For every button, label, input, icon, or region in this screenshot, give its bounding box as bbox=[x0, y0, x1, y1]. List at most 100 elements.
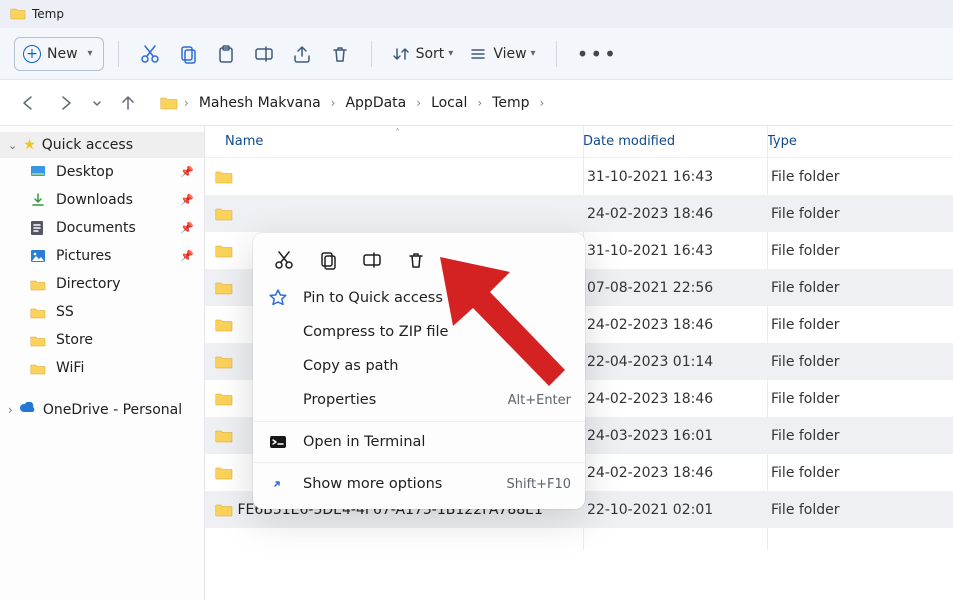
quick-access-label: Quick access bbox=[42, 137, 133, 153]
ctx-label: Compress to ZIP file bbox=[303, 324, 448, 340]
ctx-label: Copy as path bbox=[303, 358, 398, 374]
up-button[interactable] bbox=[114, 89, 142, 117]
share-button[interactable] bbox=[285, 37, 319, 71]
ctx-rename-button[interactable] bbox=[361, 249, 383, 271]
ctx-label: Open in Terminal bbox=[303, 434, 425, 450]
sort-label: Sort bbox=[416, 46, 445, 62]
sidebar-item-store[interactable]: Store bbox=[0, 326, 204, 354]
zip-icon bbox=[267, 323, 289, 341]
properties-icon bbox=[267, 391, 289, 409]
chevron-down-icon: ▾ bbox=[88, 48, 93, 59]
file-date: 24-02-2023 18:46 bbox=[587, 465, 771, 481]
file-date: 31-10-2021 16:43 bbox=[587, 169, 771, 185]
more-options-icon bbox=[267, 475, 289, 493]
sidebar-item-wifi[interactable]: WiFi bbox=[0, 354, 204, 382]
new-button[interactable]: + New ▾ bbox=[14, 37, 104, 71]
file-type: File folder bbox=[771, 169, 931, 185]
delete-button[interactable] bbox=[323, 37, 357, 71]
file-date: 31-10-2021 16:43 bbox=[587, 243, 771, 259]
sidebar: ⌄ ★ Quick access Desktop 📌 Downloads 📌 D… bbox=[0, 126, 205, 600]
recent-dropdown[interactable] bbox=[90, 89, 104, 117]
file-type: File folder bbox=[771, 428, 931, 444]
cloud-icon bbox=[19, 402, 37, 418]
chevron-right-icon: › bbox=[8, 403, 13, 417]
desktop-icon bbox=[30, 165, 48, 179]
view-button[interactable]: View ▾ bbox=[463, 37, 541, 71]
breadcrumb-seg[interactable]: AppData bbox=[341, 93, 410, 113]
pin-icon: 📌 bbox=[180, 166, 194, 179]
paste-button[interactable] bbox=[209, 37, 243, 71]
sidebar-item-label: WiFi bbox=[56, 360, 84, 376]
file-type: File folder bbox=[771, 206, 931, 222]
shortcut-label: Alt+Enter bbox=[508, 393, 571, 408]
folder-icon bbox=[30, 306, 48, 319]
navbar: › Mahesh Makvana › AppData › Local › Tem… bbox=[0, 80, 953, 126]
sidebar-item-desktop[interactable]: Desktop 📌 bbox=[0, 158, 204, 186]
file-date: 22-04-2023 01:14 bbox=[587, 354, 771, 370]
folder-icon bbox=[30, 278, 48, 291]
ctx-terminal[interactable]: Open in Terminal bbox=[253, 426, 585, 458]
sidebar-item-pictures[interactable]: Pictures 📌 bbox=[0, 242, 204, 270]
ctx-properties[interactable]: Properties Alt+Enter bbox=[253, 383, 585, 417]
file-type: File folder bbox=[771, 243, 931, 259]
folder-icon bbox=[10, 6, 26, 23]
file-type: File folder bbox=[771, 354, 931, 370]
file-date: 24-02-2023 18:46 bbox=[587, 206, 771, 222]
download-icon bbox=[30, 192, 48, 208]
breadcrumb-seg[interactable]: Local bbox=[427, 93, 471, 113]
chevron-down-icon: ▾ bbox=[531, 48, 536, 59]
chevron-down-icon: ⌄ bbox=[8, 139, 17, 152]
ctx-pin[interactable]: Pin to Quick access bbox=[253, 281, 585, 315]
sidebar-item-directory[interactable]: Directory bbox=[0, 270, 204, 298]
view-label: View bbox=[493, 46, 526, 62]
sidebar-item-ss[interactable]: SS bbox=[0, 298, 204, 326]
ctx-copypath[interactable]: Copy as path bbox=[253, 349, 585, 383]
file-type: File folder bbox=[771, 391, 931, 407]
table-row[interactable]: 31-10-2021 16:43File folder bbox=[205, 158, 953, 195]
rename-button[interactable] bbox=[247, 37, 281, 71]
breadcrumb-seg[interactable]: Mahesh Makvana bbox=[195, 93, 325, 113]
folder-icon bbox=[30, 334, 48, 347]
ctx-cut-button[interactable] bbox=[273, 249, 295, 271]
forward-button[interactable] bbox=[52, 89, 80, 117]
sidebar-item-label: Store bbox=[56, 332, 93, 348]
file-date: 22-10-2021 02:01 bbox=[587, 502, 771, 518]
sidebar-item-documents[interactable]: Documents 📌 bbox=[0, 214, 204, 242]
ctx-delete-button[interactable] bbox=[405, 249, 427, 271]
sidebar-item-label: Documents bbox=[56, 220, 136, 236]
sidebar-item-onedrive[interactable]: › OneDrive - Personal bbox=[0, 394, 204, 426]
ctx-zip[interactable]: Compress to ZIP file bbox=[253, 315, 585, 349]
quick-access[interactable]: ⌄ ★ Quick access bbox=[0, 132, 204, 158]
ctx-label: Show more options bbox=[303, 476, 442, 492]
more-button[interactable]: ••• bbox=[571, 37, 624, 71]
back-button[interactable] bbox=[14, 89, 42, 117]
breadcrumb-seg[interactable]: Temp bbox=[488, 93, 533, 113]
pictures-icon bbox=[30, 249, 48, 263]
sort-button[interactable]: Sort ▾ bbox=[386, 37, 460, 71]
col-type[interactable]: Type bbox=[767, 134, 927, 149]
col-date[interactable]: Date modified bbox=[583, 134, 767, 149]
table-row[interactable]: 24-02-2023 18:46File folder bbox=[205, 195, 953, 232]
plus-icon: + bbox=[23, 45, 41, 63]
ctx-more-options[interactable]: Show more options Shift+F10 bbox=[253, 467, 585, 501]
breadcrumb[interactable]: › Mahesh Makvana › AppData › Local › Tem… bbox=[152, 87, 939, 119]
ctx-label: Properties bbox=[303, 392, 376, 408]
column-headers: ˄ Name Date modified Type bbox=[205, 126, 953, 158]
ribbon-toolbar: + New ▾ Sort ▾ View ▾ ••• bbox=[0, 28, 953, 80]
file-date: 24-03-2023 16:01 bbox=[587, 428, 771, 444]
sidebar-item-label: Desktop bbox=[56, 164, 114, 180]
context-menu: Pin to Quick access Compress to ZIP file… bbox=[253, 233, 585, 509]
sidebar-item-label: Downloads bbox=[56, 192, 133, 208]
sidebar-item-downloads[interactable]: Downloads 📌 bbox=[0, 186, 204, 214]
file-type: File folder bbox=[771, 317, 931, 333]
shortcut-label: Shift+F10 bbox=[507, 477, 571, 492]
file-type: File folder bbox=[771, 280, 931, 296]
copy-path-icon bbox=[267, 357, 289, 375]
star-icon: ★ bbox=[23, 137, 36, 153]
chevron-right-icon: › bbox=[184, 96, 189, 110]
sort-indicator-icon: ˄ bbox=[395, 128, 400, 139]
cut-button[interactable] bbox=[133, 37, 167, 71]
copy-button[interactable] bbox=[171, 37, 205, 71]
ctx-copy-button[interactable] bbox=[317, 249, 339, 271]
file-type: File folder bbox=[771, 502, 931, 518]
